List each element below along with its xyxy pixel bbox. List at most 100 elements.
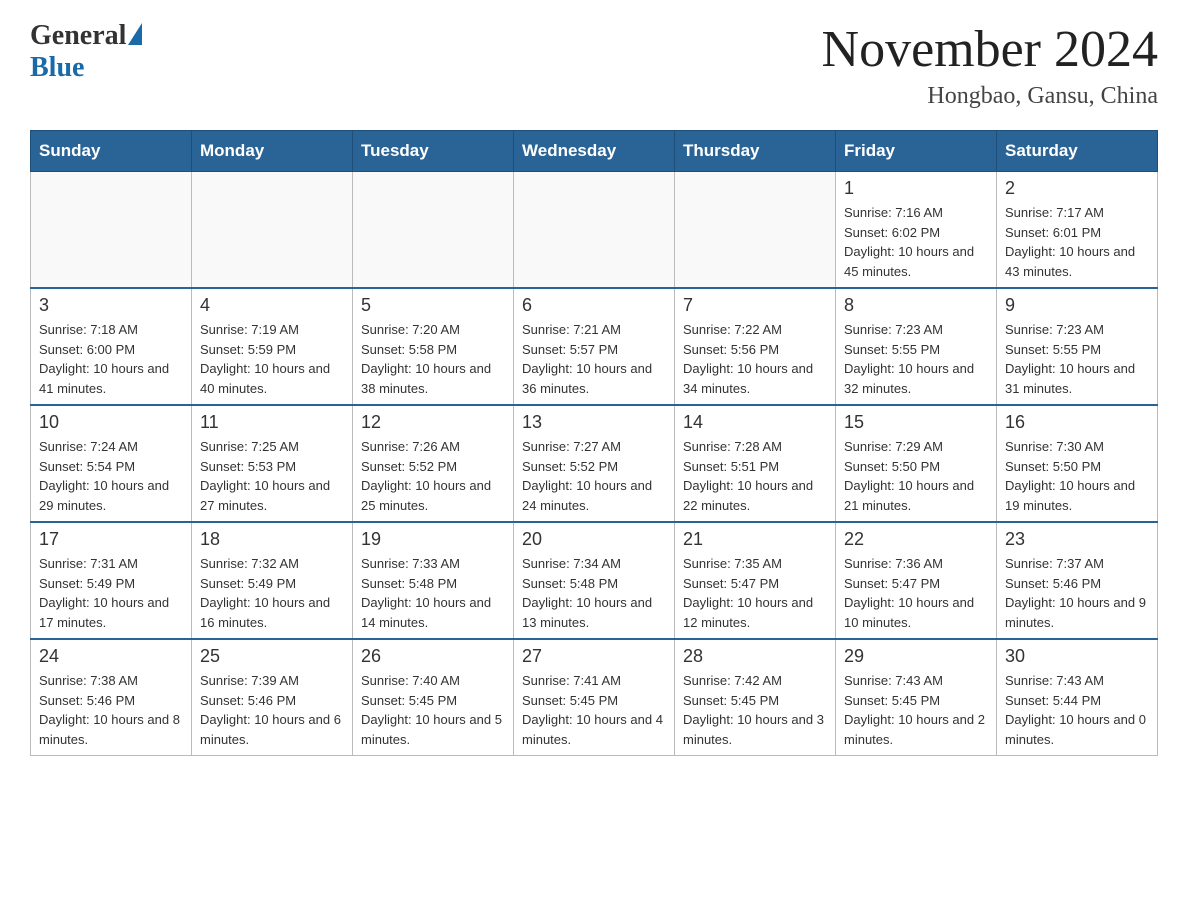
calendar-cell: 9 Sunrise: 7:23 AMSunset: 5:55 PMDaylight… [997,288,1158,405]
day-info: Sunrise: 7:20 AMSunset: 5:58 PMDaylight:… [361,320,505,398]
day-number: 10 [39,412,183,433]
calendar-cell: 20 Sunrise: 7:34 AMSunset: 5:48 PMDayligh… [514,522,675,639]
day-number: 16 [1005,412,1149,433]
calendar-cell [31,172,192,289]
day-info: Sunrise: 7:33 AMSunset: 5:48 PMDaylight:… [361,554,505,632]
week-row-4: 24 Sunrise: 7:38 AMSunset: 5:46 PMDayligh… [31,639,1158,756]
day-header-monday: Monday [192,131,353,172]
logo-general-text: General [30,20,126,52]
day-info: Sunrise: 7:40 AMSunset: 5:45 PMDaylight:… [361,671,505,749]
day-number: 6 [522,295,666,316]
calendar-cell: 7 Sunrise: 7:22 AMSunset: 5:56 PMDaylight… [675,288,836,405]
day-number: 5 [361,295,505,316]
day-info: Sunrise: 7:23 AMSunset: 5:55 PMDaylight:… [844,320,988,398]
calendar-cell: 16 Sunrise: 7:30 AMSunset: 5:50 PMDayligh… [997,405,1158,522]
week-row-3: 17Sunrise: 7:31 AMSunset: 5:49 PMDayligh… [31,522,1158,639]
header: General Blue November 2024 Hongbao, Gans… [30,20,1158,110]
calendar-cell: 27 Sunrise: 7:41 AMSunset: 5:45 PMDayligh… [514,639,675,756]
calendar-cell: 19 Sunrise: 7:33 AMSunset: 5:48 PMDayligh… [353,522,514,639]
day-number: 12 [361,412,505,433]
week-row-0: 1 Sunrise: 7:16 AMSunset: 6:02 PMDaylight… [31,172,1158,289]
day-info: Sunrise: 7:25 AMSunset: 5:53 PMDaylight:… [200,437,344,515]
calendar-cell: 23Sunrise: 7:37 AMSunset: 5:46 PMDayligh… [997,522,1158,639]
day-info: Sunrise: 7:32 AMSunset: 5:49 PMDaylight:… [200,554,344,632]
day-info: Sunrise: 7:21 AMSunset: 5:57 PMDaylight:… [522,320,666,398]
calendar-cell [675,172,836,289]
day-info: Sunrise: 7:26 AMSunset: 5:52 PMDaylight:… [361,437,505,515]
day-info: Sunrise: 7:16 AMSunset: 6:02 PMDaylight:… [844,203,988,281]
day-number: 29 [844,646,988,667]
day-number: 3 [39,295,183,316]
day-number: 4 [200,295,344,316]
calendar-cell: 17Sunrise: 7:31 AMSunset: 5:49 PMDayligh… [31,522,192,639]
calendar-cell: 18 Sunrise: 7:32 AMSunset: 5:49 PMDayligh… [192,522,353,639]
day-info: Sunrise: 7:36 AMSunset: 5:47 PMDaylight:… [844,554,988,632]
calendar-cell: 12 Sunrise: 7:26 AMSunset: 5:52 PMDayligh… [353,405,514,522]
calendar-cell: 11 Sunrise: 7:25 AMSunset: 5:53 PMDayligh… [192,405,353,522]
day-info: Sunrise: 7:38 AMSunset: 5:46 PMDaylight:… [39,671,183,749]
logo-area: General Blue [30,20,142,84]
logo-text: General [30,20,142,52]
calendar-cell: 5 Sunrise: 7:20 AMSunset: 5:58 PMDaylight… [353,288,514,405]
logo-blue-text: Blue [30,52,84,83]
calendar-cell: 4 Sunrise: 7:19 AMSunset: 5:59 PMDaylight… [192,288,353,405]
calendar-cell: 22 Sunrise: 7:36 AMSunset: 5:47 PMDayligh… [836,522,997,639]
day-number: 8 [844,295,988,316]
day-info: Sunrise: 7:29 AMSunset: 5:50 PMDaylight:… [844,437,988,515]
day-info: Sunrise: 7:24 AMSunset: 5:54 PMDaylight:… [39,437,183,515]
day-header-wednesday: Wednesday [514,131,675,172]
day-number: 27 [522,646,666,667]
day-info: Sunrise: 7:41 AMSunset: 5:45 PMDaylight:… [522,671,666,749]
calendar-cell: 26 Sunrise: 7:40 AMSunset: 5:45 PMDayligh… [353,639,514,756]
calendar-cell: 14Sunrise: 7:28 AMSunset: 5:51 PMDayligh… [675,405,836,522]
day-info: Sunrise: 7:30 AMSunset: 5:50 PMDaylight:… [1005,437,1149,515]
week-row-1: 3Sunrise: 7:18 AMSunset: 6:00 PMDaylight… [31,288,1158,405]
calendar-cell: 24 Sunrise: 7:38 AMSunset: 5:46 PMDayligh… [31,639,192,756]
day-info: Sunrise: 7:34 AMSunset: 5:48 PMDaylight:… [522,554,666,632]
day-header-saturday: Saturday [997,131,1158,172]
day-info: Sunrise: 7:31 AMSunset: 5:49 PMDaylight:… [39,554,183,632]
day-header-sunday: Sunday [31,131,192,172]
day-header-tuesday: Tuesday [353,131,514,172]
day-number: 18 [200,529,344,550]
day-number: 11 [200,412,344,433]
calendar-cell [514,172,675,289]
day-info: Sunrise: 7:42 AMSunset: 5:45 PMDaylight:… [683,671,827,749]
day-header-row: SundayMondayTuesdayWednesdayThursdayFrid… [31,131,1158,172]
calendar-table: SundayMondayTuesdayWednesdayThursdayFrid… [30,130,1158,756]
day-number: 24 [39,646,183,667]
day-info: Sunrise: 7:39 AMSunset: 5:46 PMDaylight:… [200,671,344,749]
day-info: Sunrise: 7:22 AMSunset: 5:56 PMDaylight:… [683,320,827,398]
day-number: 19 [361,529,505,550]
day-info: Sunrise: 7:43 AMSunset: 5:45 PMDaylight:… [844,671,988,749]
day-info: Sunrise: 7:19 AMSunset: 5:59 PMDaylight:… [200,320,344,398]
day-info: Sunrise: 7:35 AMSunset: 5:47 PMDaylight:… [683,554,827,632]
calendar-cell: 28Sunrise: 7:42 AMSunset: 5:45 PMDayligh… [675,639,836,756]
day-number: 1 [844,178,988,199]
day-number: 7 [683,295,827,316]
day-info: Sunrise: 7:23 AMSunset: 5:55 PMDaylight:… [1005,320,1149,398]
calendar-cell: 29 Sunrise: 7:43 AMSunset: 5:45 PMDayligh… [836,639,997,756]
calendar-cell: 21Sunrise: 7:35 AMSunset: 5:47 PMDayligh… [675,522,836,639]
day-info: Sunrise: 7:27 AMSunset: 5:52 PMDaylight:… [522,437,666,515]
calendar-cell: 13Sunrise: 7:27 AMSunset: 5:52 PMDayligh… [514,405,675,522]
calendar-cell: 15Sunrise: 7:29 AMSunset: 5:50 PMDayligh… [836,405,997,522]
day-info: Sunrise: 7:28 AMSunset: 5:51 PMDaylight:… [683,437,827,515]
day-header-friday: Friday [836,131,997,172]
day-number: 30 [1005,646,1149,667]
day-info: Sunrise: 7:17 AMSunset: 6:01 PMDaylight:… [1005,203,1149,281]
day-number: 9 [1005,295,1149,316]
calendar-cell: 10 Sunrise: 7:24 AMSunset: 5:54 PMDayligh… [31,405,192,522]
day-header-thursday: Thursday [675,131,836,172]
calendar-cell: 6 Sunrise: 7:21 AMSunset: 5:57 PMDaylight… [514,288,675,405]
calendar-title: November 2024 [822,20,1158,79]
day-number: 2 [1005,178,1149,199]
day-number: 25 [200,646,344,667]
day-number: 26 [361,646,505,667]
day-number: 22 [844,529,988,550]
calendar-cell: 8 Sunrise: 7:23 AMSunset: 5:55 PMDaylight… [836,288,997,405]
logo-triangle-icon [128,23,142,45]
day-info: Sunrise: 7:43 AMSunset: 5:44 PMDaylight:… [1005,671,1149,749]
day-number: 20 [522,529,666,550]
calendar-subtitle: Hongbao, Gansu, China [822,83,1158,110]
